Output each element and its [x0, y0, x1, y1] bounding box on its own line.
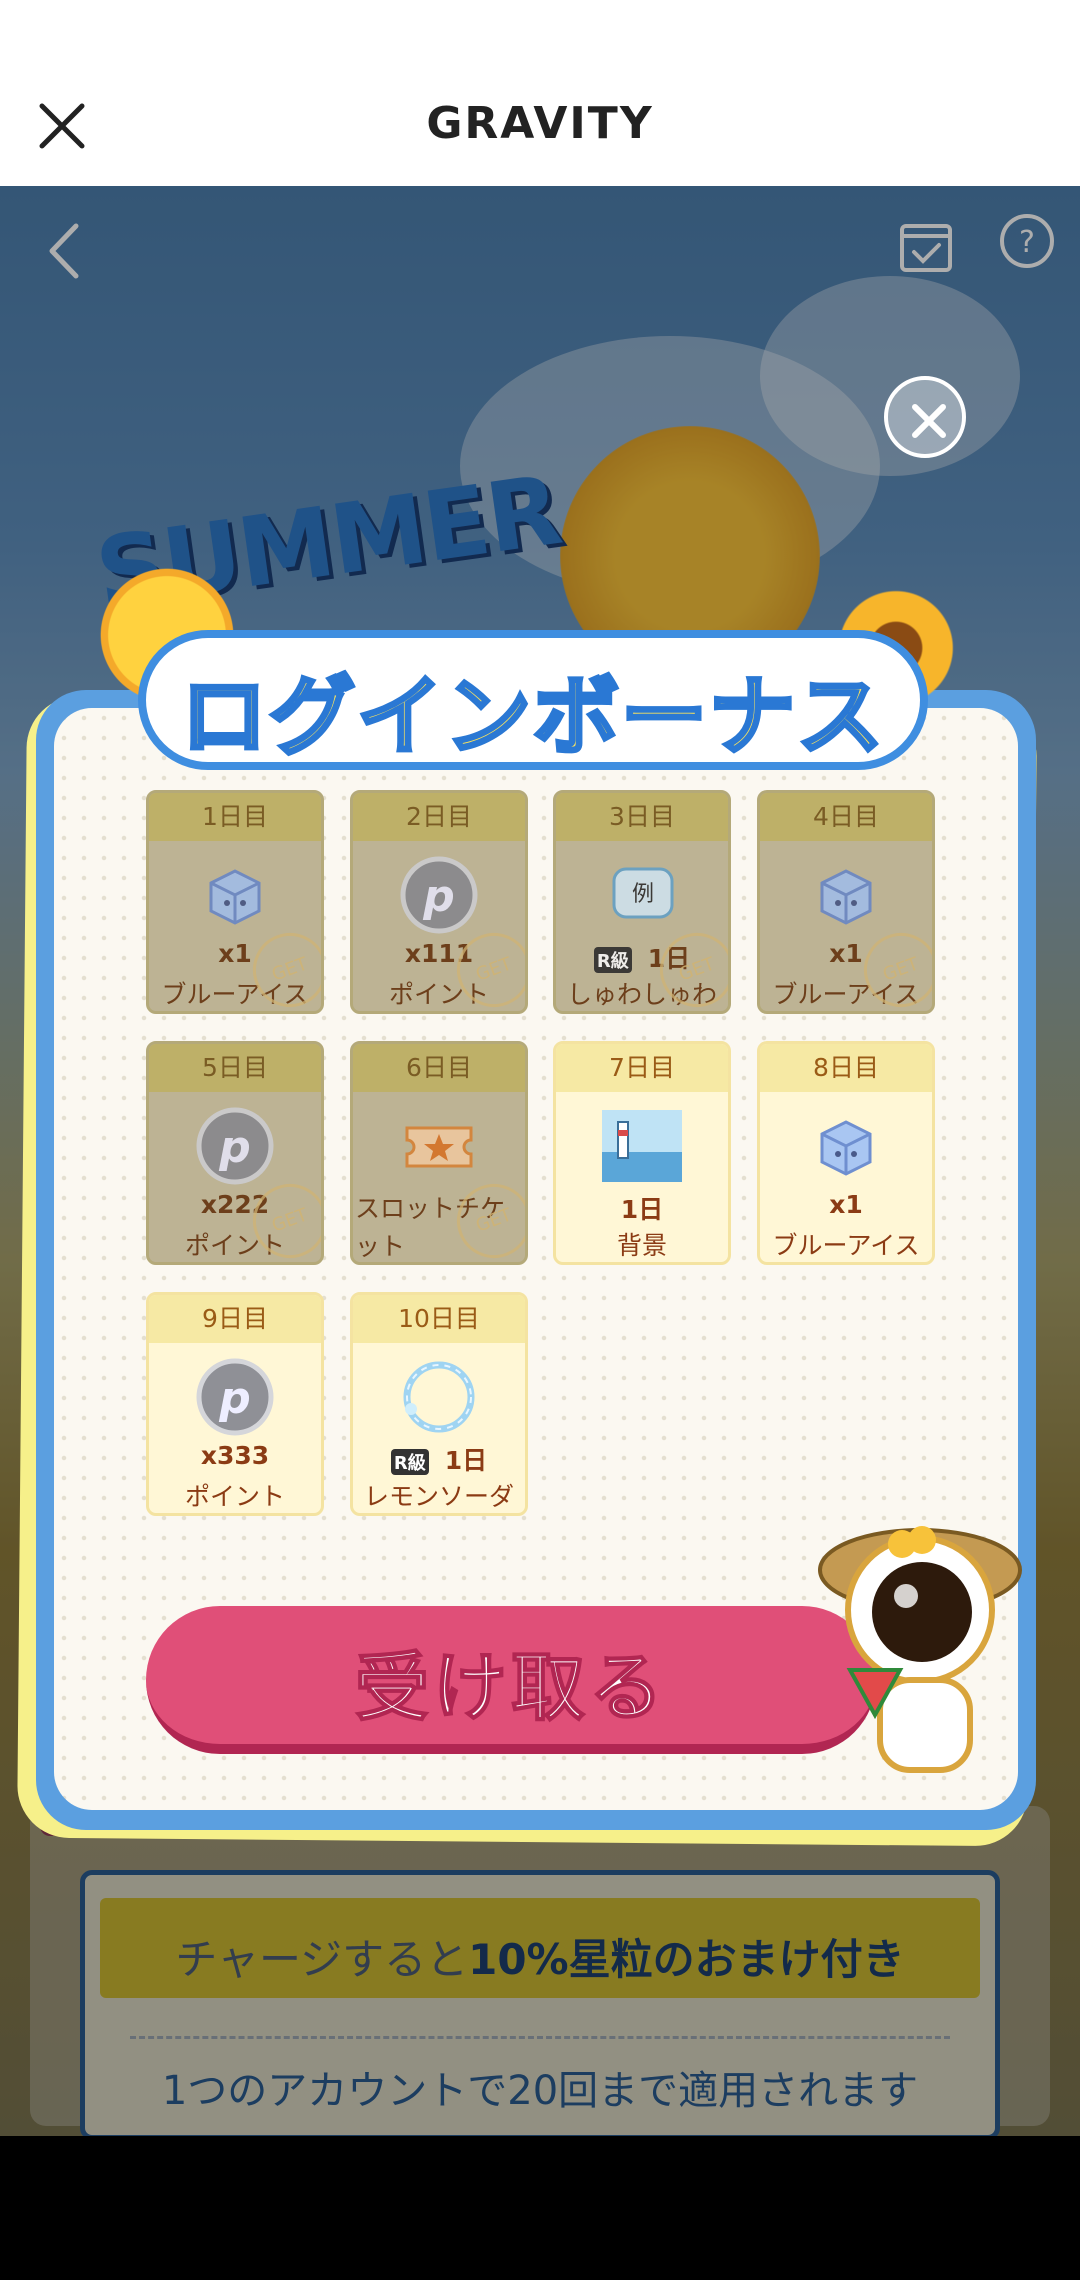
reward-day-label: 9日目	[149, 1295, 321, 1343]
close-icon	[912, 404, 946, 438]
reward-day-label: 8日目	[760, 1044, 932, 1092]
reward-card: 9日目 p x333 ポイント	[146, 1292, 324, 1516]
modal-close-button[interactable]	[884, 376, 966, 458]
reward-card: 6日目 スロットチケット GET	[350, 1041, 528, 1265]
reward-day-label: 5日目	[149, 1044, 321, 1092]
reward-card: 10日目 R級 1日レモンソーダ	[350, 1292, 528, 1516]
reward-amount: R級 1日	[353, 1441, 525, 1477]
point-coin-icon: p	[193, 1104, 277, 1188]
modal-title: ログインボーナス	[179, 665, 885, 769]
icon-text: 例	[632, 882, 654, 907]
modal-title-banner: ログインボーナス	[138, 630, 928, 770]
reward-card: 8日目 x1 ブルーアイス	[757, 1041, 935, 1265]
reward-day-label: 2日目	[353, 793, 525, 841]
point-coin-icon: p	[193, 1355, 277, 1439]
slot-ticket-icon	[397, 1104, 481, 1188]
reward-card: 4日目 x1 ブルーアイス GET	[757, 790, 935, 1014]
blue-ice-icon	[193, 853, 277, 937]
reward-amount: x333	[149, 1441, 321, 1470]
example-frame-icon: 例	[600, 853, 684, 937]
svg-text:p: p	[218, 1373, 251, 1424]
app-title: GRAVITY	[426, 98, 654, 149]
reward-amount: x1	[760, 1190, 932, 1219]
astronaut-mascot-icon	[818, 1526, 1022, 1773]
reward-amount-value: 1日	[620, 1195, 664, 1224]
reward-label: ポイント	[184, 1482, 285, 1511]
reward-amount-value: x1	[829, 939, 863, 968]
reward-day-label: 1日目	[149, 793, 321, 841]
reward-day-label: 10日目	[353, 1295, 525, 1343]
reward-label: ブルーアイス	[772, 1231, 920, 1260]
grade-badge: R級	[390, 1449, 429, 1475]
blue-ice-icon	[804, 1104, 888, 1188]
reward-card: 1日目 x1 ブルーアイス GET	[146, 790, 324, 1014]
reward-day-label: 4日目	[760, 793, 932, 841]
app-bar: GRAVITY	[0, 0, 1080, 186]
reward-amount-value: x1	[829, 1190, 863, 1219]
svg-text:p: p	[218, 1122, 251, 1173]
blue-ice-icon	[804, 853, 888, 937]
point-coin-icon: p	[397, 853, 481, 937]
reward-card: 2日目 p x111 ポイント GET	[350, 790, 528, 1014]
receive-button-label: 受け取る	[354, 1644, 667, 1732]
reward-day-label: 3日目	[556, 793, 728, 841]
reward-label: レモンソーダ	[363, 1482, 514, 1511]
grade-badge: R級	[593, 947, 632, 973]
svg-text:p: p	[422, 871, 455, 922]
reward-amount-value: 1日	[444, 1446, 488, 1475]
system-nav-area	[0, 2136, 1080, 2280]
reward-day-label: 7日目	[556, 1044, 728, 1092]
reward-card: 5日目 p x222 ポイント GET	[146, 1041, 324, 1265]
reward-card: 3日目例 R級 1日 しゅわしゅわ GET	[553, 790, 731, 1014]
reward-card: 7日目 1日背景	[553, 1041, 731, 1265]
reward-amount-value: x333	[200, 1441, 270, 1470]
background-lighthouse-icon	[600, 1104, 684, 1188]
screen: GRAVITY SUMMER チャージすると10%星粒のおまけ付き 1つのアカウ…	[0, 0, 1080, 2280]
receive-button[interactable]: 受け取る	[146, 1606, 876, 1754]
reward-amount: 1日	[556, 1190, 728, 1226]
lemon-soda-ring-icon	[397, 1355, 481, 1439]
reward-label: 背景	[616, 1231, 667, 1260]
reward-amount-value: x1	[218, 939, 252, 968]
reward-day-label: 6日目	[353, 1044, 525, 1092]
